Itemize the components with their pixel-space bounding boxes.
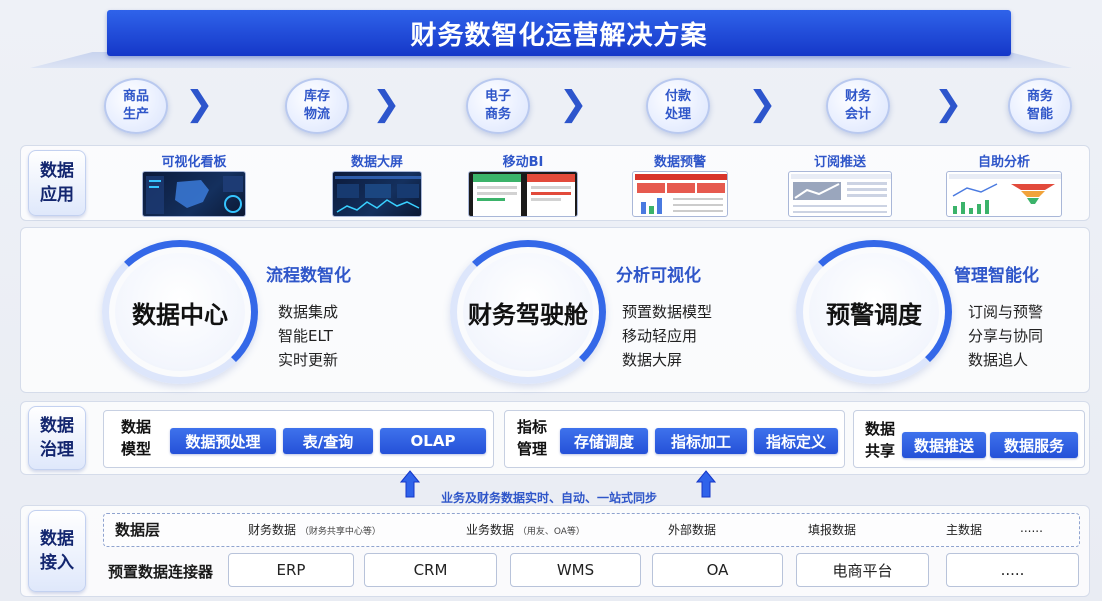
process-step-label: 库存物流 (303, 89, 330, 122)
module-item: 数据大屏 (622, 351, 683, 369)
process-step-label: 商品生产 (122, 89, 149, 122)
app-title: 数据大屏 (350, 155, 403, 170)
module-item: 订阅与预警 (968, 303, 1044, 321)
process-step-2: 库存物流 (285, 78, 349, 134)
data-source-item: 财务数据 （财务共享中心等） (248, 523, 381, 537)
sync-caption: 业务及财务数据实时、自动、一站式同步 (441, 491, 658, 505)
process-step-label: 付款处理 (664, 89, 691, 122)
data-source-item: 业务数据 （用友、OA等） (466, 523, 585, 537)
data-layer-label: 数据层 (115, 521, 161, 539)
up-arrow-icon (696, 470, 716, 498)
app-title: 移动BI (502, 155, 544, 170)
section-label-access: 数据接入 (28, 510, 86, 592)
thumbnail-dashboard (142, 171, 246, 217)
module-heading: 分析可视化 (616, 266, 701, 286)
chip-olap: OLAP (380, 428, 486, 454)
module-ring-data-center: 数据中心 (102, 240, 258, 384)
data-source-item: 主数据 (946, 523, 983, 537)
thumbnail-mobile-bi (468, 171, 578, 217)
chevron-right-icon: ❯ (559, 84, 588, 124)
module-heading: 流程数智化 (266, 266, 351, 286)
module-ring-alert: 预警调度 (796, 240, 952, 384)
chevron-right-icon: ❯ (934, 84, 963, 124)
governance-sharing-label: 数据共享 (864, 420, 895, 460)
chip-indicator-define: 指标定义 (754, 428, 838, 454)
data-source-item: ...... (1020, 521, 1043, 535)
chip-data-push: 数据推送 (902, 432, 986, 458)
connector-ecommerce: 电商平台 (796, 553, 929, 587)
chevron-right-icon: ❯ (372, 84, 401, 124)
process-step-4: 付款处理 (646, 78, 710, 134)
process-step-6: 商务智能 (1008, 78, 1072, 134)
connectors-label: 预置数据连接器 (108, 563, 214, 581)
module-heading: 管理智能化 (954, 266, 1039, 286)
connector-more: ..... (946, 553, 1079, 587)
connector-oa: OA (652, 553, 783, 587)
app-title: 可视化看板 (161, 155, 227, 170)
connector-crm: CRM (364, 553, 497, 587)
connector-wms: WMS (510, 553, 641, 587)
process-step-label: 电子商务 (484, 89, 511, 122)
process-step-3: 电子商务 (466, 78, 530, 134)
chip-storage-schedule: 存储调度 (560, 428, 648, 454)
app-title: 数据预警 (653, 155, 706, 170)
module-item: 移动轻应用 (622, 327, 698, 345)
module-item: 智能ELT (278, 327, 333, 345)
module-item: 实时更新 (278, 351, 339, 369)
thumbnail-subscription (788, 171, 892, 217)
thumbnail-alerts (632, 171, 728, 217)
data-source-item: 外部数据 (668, 523, 717, 537)
page-title: 财务数智化运营解决方案 (107, 10, 1011, 56)
module-item: 数据追人 (968, 351, 1029, 369)
section-label-application: 数据应用 (28, 150, 86, 216)
module-ring-cockpit: 财务驾驶舱 (450, 240, 606, 384)
up-arrow-icon (400, 470, 420, 498)
module-title: 预警调度 (809, 253, 939, 371)
governance-model-label: 数据模型 (120, 418, 151, 458)
chip-preprocess: 数据预处理 (170, 428, 276, 454)
chevron-right-icon: ❯ (185, 84, 214, 124)
app-title: 订阅推送 (813, 155, 866, 170)
process-step-label: 财务会计 (844, 89, 871, 122)
chip-data-service: 数据服务 (990, 432, 1078, 458)
process-step-5: 财务会计 (826, 78, 890, 134)
thumbnail-big-screen (332, 171, 422, 217)
process-step-1: 商品生产 (104, 78, 168, 134)
section-label-governance: 数据治理 (28, 406, 86, 470)
module-item: 分享与协同 (968, 327, 1044, 345)
thumbnail-self-analysis (946, 171, 1062, 217)
chevron-right-icon: ❯ (748, 84, 777, 124)
module-item: 预置数据模型 (622, 303, 713, 321)
chip-indicator-process: 指标加工 (655, 428, 747, 454)
connector-erp: ERP (228, 553, 354, 587)
module-title: 数据中心 (115, 253, 245, 371)
chip-table-query: 表/查询 (283, 428, 373, 454)
process-step-label: 商务智能 (1026, 89, 1053, 122)
governance-indicator-label: 指标管理 (516, 418, 547, 458)
data-source-item: 填报数据 (808, 523, 857, 537)
module-title: 财务驾驶舱 (463, 253, 593, 371)
module-item: 数据集成 (278, 303, 339, 321)
app-title: 自助分析 (977, 155, 1030, 170)
